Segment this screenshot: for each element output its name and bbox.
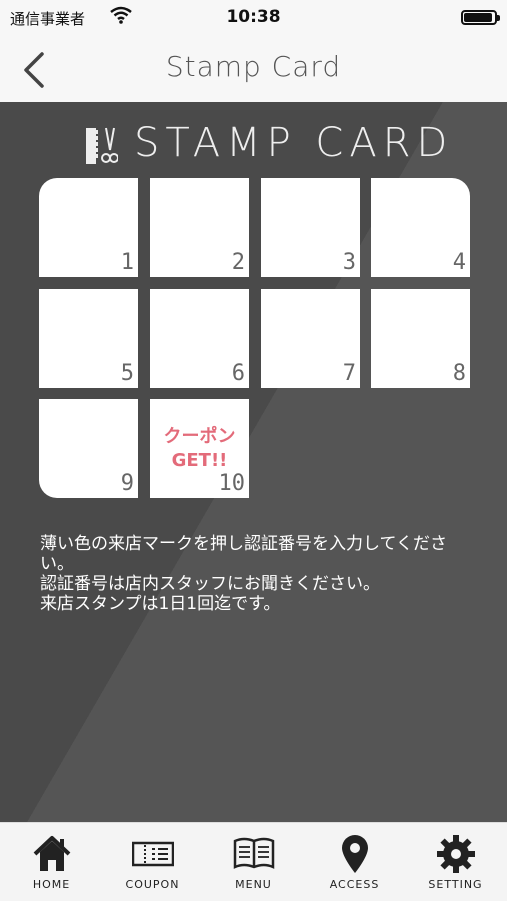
stamp-number: 10 xyxy=(218,471,246,496)
instruction-line-3: 来店スタンプは1日1回迄です。 xyxy=(40,594,281,614)
tab-menu[interactable]: MENU xyxy=(203,823,304,901)
comb-scissors-icon xyxy=(84,126,119,170)
status-bar: 通信事業者 10:38 xyxy=(0,0,507,36)
clock: 10:38 xyxy=(226,7,281,27)
tab-bar: HOME COUPON MENU ACCESS SETTING xyxy=(0,822,507,901)
map-pin-icon xyxy=(342,835,368,873)
stamp-slot-8[interactable]: 8 xyxy=(371,289,470,388)
gear-icon xyxy=(437,835,475,873)
instructions-text: 薄い色の来店マークを押し認証番号を入力してください。 認証番号は店内スタッフにお… xyxy=(40,534,470,614)
stamp-slot-3[interactable]: 3 xyxy=(261,178,360,277)
stamp-slot-1[interactable]: 1 xyxy=(39,178,138,277)
stamp-number: 1 xyxy=(120,250,134,275)
instruction-line-2: 認証番号は店内スタッフにお聞きください。 xyxy=(40,574,380,594)
stamp-number: 7 xyxy=(342,361,356,386)
stamp-card-panel: STAMP CARD 1 2 3 4 5 6 7 8 9 クーポン GET!! … xyxy=(0,102,507,822)
tab-label: COUPON xyxy=(125,878,180,891)
stamp-number: 5 xyxy=(120,361,134,386)
navigation-bar: Stamp Card xyxy=(0,36,507,102)
menu-book-icon xyxy=(233,837,275,869)
tab-setting[interactable]: SETTING xyxy=(405,823,506,901)
stamp-number: 2 xyxy=(231,250,245,275)
stamp-slot-4[interactable]: 4 xyxy=(371,178,470,277)
tab-label: MENU xyxy=(235,878,272,891)
page-title: Stamp Card xyxy=(165,50,342,83)
tab-label: HOME xyxy=(32,878,71,891)
stamp-slot-6[interactable]: 6 xyxy=(150,289,249,388)
coupon-icon xyxy=(132,841,174,867)
home-icon xyxy=(33,836,71,871)
card-title: STAMP CARD xyxy=(134,120,454,166)
tab-access[interactable]: ACCESS xyxy=(304,823,405,901)
stamp-number: 8 xyxy=(452,361,466,386)
coupon-reward-label: クーポン GET!! xyxy=(150,425,249,473)
card-header: STAMP CARD xyxy=(0,112,507,166)
tab-label: ACCESS xyxy=(329,878,380,891)
stamp-slot-9[interactable]: 9 xyxy=(39,399,138,498)
tab-home[interactable]: HOME xyxy=(1,823,102,901)
reward-line-1: クーポン xyxy=(163,426,236,447)
stamp-slot-2[interactable]: 2 xyxy=(150,178,249,277)
stamp-slot-5[interactable]: 5 xyxy=(39,289,138,388)
stamp-slot-10[interactable]: クーポン GET!! 10 xyxy=(150,399,249,498)
battery-level xyxy=(464,13,492,22)
tab-label: SETTING xyxy=(428,878,483,891)
battery-icon xyxy=(461,10,500,25)
reward-line-2: GET!! xyxy=(171,450,228,471)
instruction-line-1: 薄い色の来店マークを押し認証番号を入力してください。 xyxy=(40,534,447,574)
stamp-number: 6 xyxy=(231,361,245,386)
stamp-number: 3 xyxy=(342,250,356,275)
stamp-slot-7[interactable]: 7 xyxy=(261,289,360,388)
stamp-number: 9 xyxy=(120,471,134,496)
stamp-number: 4 xyxy=(452,250,466,275)
tab-coupon[interactable]: COUPON xyxy=(102,823,203,901)
